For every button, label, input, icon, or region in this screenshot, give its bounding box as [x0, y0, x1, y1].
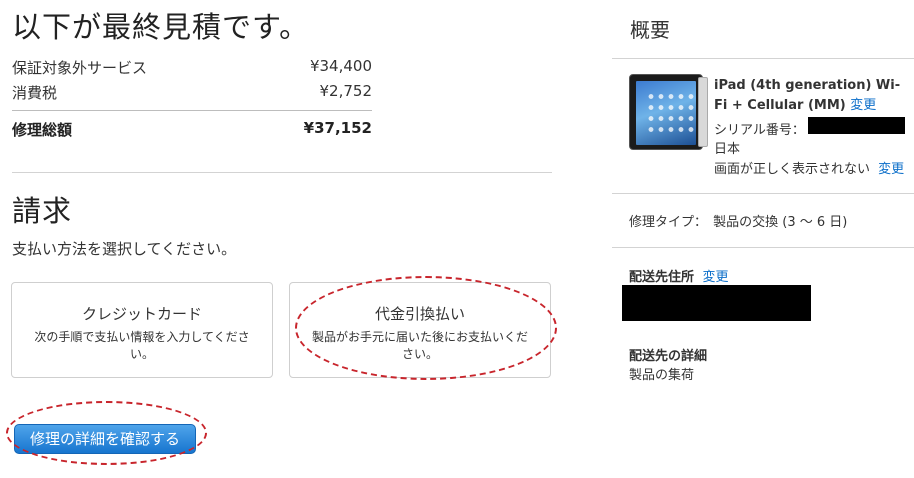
change-issue-link[interactable]: 変更: [878, 162, 904, 177]
total-label: 修理総額: [12, 121, 73, 139]
product-name-block: iPad (4th generation) Wi-Fi + Cellular (…: [714, 76, 910, 116]
redacted-shipping-address: [622, 285, 811, 321]
redacted-serial-number: [808, 117, 905, 134]
app-icons: [646, 91, 698, 137]
shipping-detail-label: 配送先の詳細: [629, 349, 708, 364]
payment-option-title: クレジットカード: [81, 305, 202, 323]
shipping-address-line: 配送先住所 変更: [629, 266, 729, 285]
product-country: 日本: [714, 142, 741, 157]
divider: [612, 58, 914, 59]
ipad-side-view: [698, 77, 708, 147]
divider: [612, 193, 914, 194]
product-issue-line: 画面が正しく表示されない 変更: [714, 158, 904, 177]
change-address-link[interactable]: 変更: [703, 270, 729, 285]
product-issue: 画面が正しく表示されない: [714, 162, 871, 177]
payment-option-credit-card[interactable]: クレジットカード 次の手順で支払い情報を入力してください。: [11, 282, 273, 378]
confirm-repair-details-button[interactable]: 修理の詳細を確認する: [14, 424, 196, 454]
shipping-detail-value: 製品の集荷: [629, 368, 695, 383]
total-amount: ¥37,152: [303, 119, 372, 137]
section-divider: [12, 172, 552, 173]
product-thumbnail: [629, 74, 708, 150]
serial-number-label: シリアル番号：: [714, 123, 805, 138]
quote-line-item: 保証対象外サービス ¥34,400: [12, 57, 372, 81]
quote-total: 修理総額 ¥37,152: [12, 119, 372, 143]
line-item-label: 保証対象外サービス: [12, 59, 148, 77]
payment-option-title: 代金引換払い: [374, 305, 465, 323]
quote-line-item: 消費税 ¥2,752: [12, 82, 372, 106]
change-product-link[interactable]: 変更: [850, 98, 876, 113]
billing-title: 請求: [12, 194, 73, 228]
divider: [12, 110, 372, 111]
line-item-label: 消費税: [12, 84, 58, 102]
repair-type-label: 修理タイプ：: [629, 215, 708, 230]
line-item-amount: ¥2,752: [319, 82, 373, 100]
payment-option-cash-on-delivery[interactable]: 代金引換払い 製品がお手元に届いた後にお支払いください。: [289, 282, 551, 378]
page-title: 以下が最終見積です。: [12, 10, 310, 44]
repair-type-value: 製品の交換 (3 ～ 6 日): [713, 215, 848, 230]
billing-prompt: 支払い方法を選択してください。: [12, 240, 237, 258]
ipad-screen: [636, 81, 698, 145]
repair-type-line: 修理タイプ： 製品の交換 (3 ～ 6 日): [629, 211, 847, 230]
summary-title: 概要: [630, 18, 670, 42]
payment-option-description: 製品がお手元に届いた後にお支払いください。: [312, 330, 529, 361]
divider: [612, 247, 914, 248]
payment-option-description: 次の手順で支払い情報を入力してください。: [34, 330, 250, 361]
line-item-amount: ¥34,400: [309, 57, 372, 75]
shipping-address-label: 配送先住所: [629, 270, 695, 285]
